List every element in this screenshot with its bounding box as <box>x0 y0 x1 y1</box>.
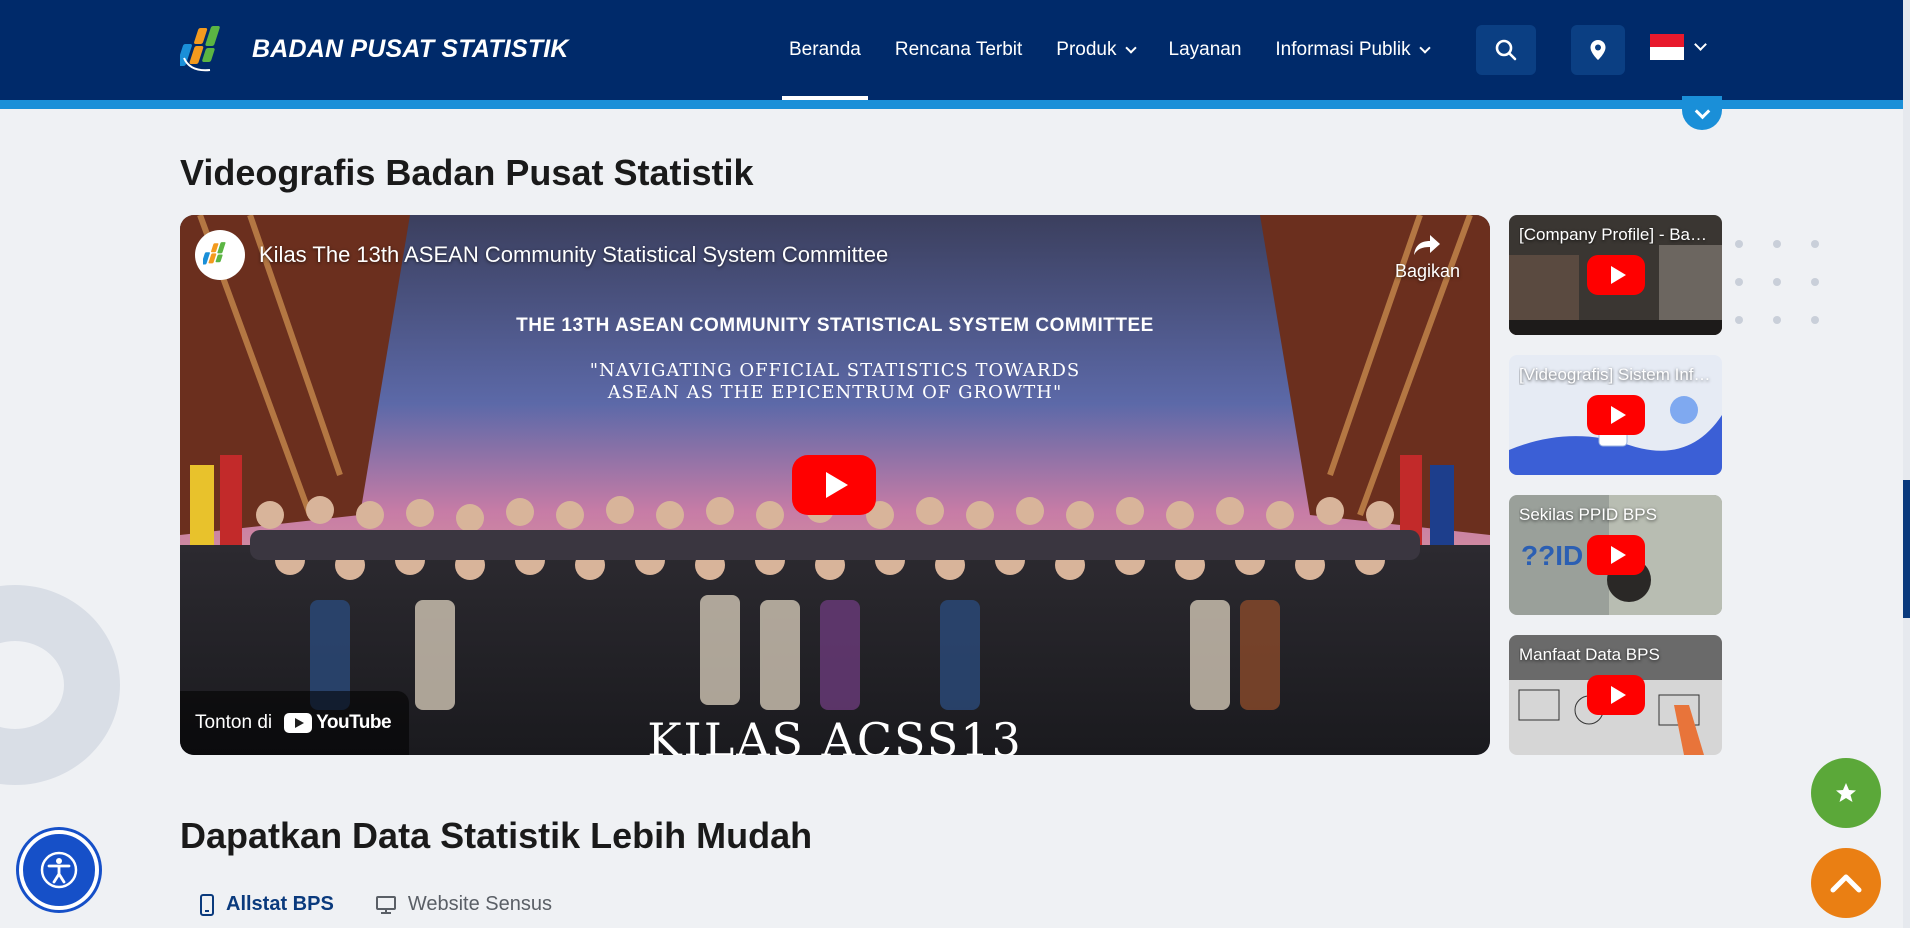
nav-label: Layanan <box>1168 39 1242 60</box>
main-nav: Beranda Rencana Terbit Produk Layanan In… <box>772 0 1446 100</box>
brand[interactable]: BADAN PUSAT STATISTIK <box>180 22 569 76</box>
chevron-down-icon <box>1124 41 1137 54</box>
nav-label: Rencana Terbit <box>894 39 1023 60</box>
nav-item-produk[interactable]: Produk <box>1039 0 1151 100</box>
bps-logo-icon <box>180 26 220 72</box>
site-header: BADAN PUSAT STATISTIK Beranda Rencana Te… <box>0 0 1903 100</box>
play-button[interactable] <box>1587 255 1645 295</box>
search-icon <box>1495 39 1517 61</box>
watch-on-label: Tonton di <box>195 712 273 733</box>
playlist-item-title: Manfaat Data BPS <box>1519 645 1660 664</box>
tab-website-sensus[interactable]: Website Sensus <box>375 893 552 916</box>
nav-label: Informasi Publik <box>1275 39 1411 60</box>
bps-logo-icon <box>203 242 226 265</box>
brand-name: BADAN PUSAT STATISTIK <box>252 34 569 63</box>
channel-avatar[interactable] <box>195 230 245 280</box>
star-icon <box>1836 783 1856 802</box>
stage-subtitle: "NAVIGATING OFFICIAL STATISTICS TOWARDS … <box>180 360 1490 404</box>
play-button[interactable] <box>792 455 876 515</box>
favorite-button[interactable] <box>1811 758 1881 828</box>
youtube-icon <box>284 713 313 733</box>
playlist-item-title: [Videografis] Sistem Informasi Statistik <box>1519 365 1714 384</box>
section-title-videografis: Videografis Badan Pusat Statistik <box>180 152 754 193</box>
smartphone-icon <box>200 893 214 916</box>
share-label: Bagikan <box>1394 261 1460 281</box>
nav-item-layanan[interactable]: Layanan <box>1152 0 1259 100</box>
scrollbar-thumb[interactable] <box>1903 480 1910 618</box>
header-stripe <box>0 100 1903 109</box>
play-button[interactable] <box>1587 395 1645 435</box>
svg-text:??ID: ??ID <box>1521 540 1583 571</box>
play-button[interactable] <box>1587 675 1645 715</box>
nav-item-rencana-terbit[interactable]: Rencana Terbit <box>878 0 1039 100</box>
chevron-down-icon <box>1694 103 1710 119</box>
video-header: Kilas The 13th ASEAN Community Statistic… <box>195 230 888 280</box>
stage-subtitle-line-2: ASEAN AS THE EPICENTRUM OF GROWTH" <box>607 382 1063 403</box>
monitor-icon <box>375 895 396 914</box>
youtube-logo: YouTube <box>284 712 392 734</box>
data-tabs: Allstat BPS Website Sensus <box>200 893 552 916</box>
map-pin-icon <box>1590 40 1606 60</box>
decorative-dots <box>1735 240 1819 324</box>
playlist-item[interactable]: [Videografis] Sistem Informasi Statistik <box>1509 355 1722 475</box>
youtube-label: YouTube <box>316 712 392 733</box>
nav-label: Beranda <box>789 39 861 60</box>
watch-on-youtube-link[interactable]: Tonton di YouTube <box>180 691 410 755</box>
search-button[interactable] <box>1476 25 1536 75</box>
share-button[interactable]: Bagikan <box>1395 233 1460 282</box>
tab-label: Allstat BPS <box>226 893 334 915</box>
share-icon <box>1414 235 1441 255</box>
nav-item-informasi-publik[interactable]: Informasi Publik <box>1258 0 1445 100</box>
scrollbar-track[interactable] <box>1903 0 1910 928</box>
accessibility-button[interactable] <box>19 830 99 910</box>
playlist-item[interactable]: ??ID Sekilas PPID BPS <box>1509 495 1722 615</box>
chevron-down-icon <box>1694 38 1707 51</box>
play-button[interactable] <box>1587 535 1645 575</box>
playlist-item-title: [Company Profile] - Badan Pusat Statisti… <box>1519 225 1714 244</box>
playlist-item[interactable]: Manfaat Data BPS <box>1509 635 1722 755</box>
nav-item-beranda[interactable]: Beranda <box>772 0 878 100</box>
chevron-down-icon <box>1418 41 1431 54</box>
stage-subtitle-line-1: "NAVIGATING OFFICIAL STATISTICS TOWARDS <box>589 360 1081 381</box>
indonesia-flag-icon <box>1650 34 1684 60</box>
nav-label: Produk <box>1056 39 1117 60</box>
accessibility-icon <box>40 851 78 889</box>
tab-allstat-bps[interactable]: Allstat BPS <box>200 893 334 916</box>
collapse-header-button[interactable] <box>1682 96 1722 130</box>
decorative-ring <box>0 585 120 785</box>
playlist-item[interactable]: [Company Profile] - Badan Pusat Statisti… <box>1509 215 1722 335</box>
stage-heading: THE 13TH ASEAN COMMUNITY STATISTICAL SYS… <box>516 315 1154 336</box>
tab-label: Website Sensus <box>407 893 552 915</box>
chevron-up-icon <box>1830 874 1862 893</box>
scroll-to-top-button[interactable] <box>1811 848 1881 918</box>
playlist-item-title: Sekilas PPID BPS <box>1519 505 1657 524</box>
main-video-player[interactable]: THE 13TH ASEAN COMMUNITY STATISTICAL SYS… <box>180 215 1490 755</box>
section-title-data: Dapatkan Data Statistik Lebih Mudah <box>180 815 813 856</box>
video-title[interactable]: Kilas The 13th ASEAN Community Statistic… <box>259 242 888 268</box>
location-button[interactable] <box>1571 25 1625 75</box>
language-selector[interactable] <box>1650 34 1707 60</box>
